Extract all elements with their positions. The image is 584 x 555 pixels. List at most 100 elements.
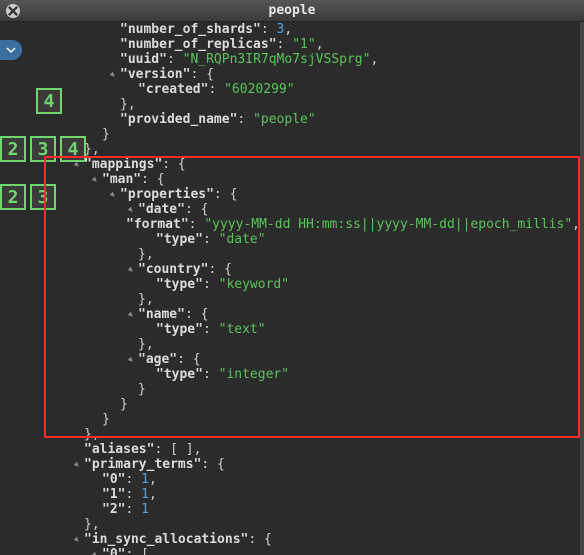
json-punct: : [277,37,293,52]
json-line: "in_sync_allocations": { [36,532,580,547]
json-line: "properties": { [36,187,580,202]
json-punct: }, [138,247,154,262]
json-key: "0" [102,547,125,555]
json-punct: : [125,487,141,502]
json-tree: "number_of_shards": 3,"number_of_replica… [36,22,580,555]
json-line: "uuid": "N_RQPn3IR7qMo7sjVSSprg", [36,52,580,67]
json-key: "provided_name" [120,112,237,127]
json-punct: : [ ], [154,442,201,457]
json-line: } [36,382,580,397]
json-punct: }, [84,142,100,157]
json-value: "keyword" [219,277,289,292]
json-key: "name" [138,307,185,322]
json-key: "number_of_shards" [120,22,261,37]
json-line: "type": "integer" [36,367,580,382]
json-line: "0": 1, [36,472,580,487]
json-punct: : { [190,67,213,82]
json-value: 1 [141,472,149,487]
close-icon [6,4,20,18]
json-punct: : [261,22,277,37]
json-line: "type": "text" [36,322,580,337]
json-punct: : [189,217,205,232]
json-value: 1 [141,487,149,502]
json-punct: : { [185,307,208,322]
json-line: }, [36,142,580,157]
json-line: "created": "6020299" [36,82,580,97]
json-punct: : { [248,532,271,547]
json-key: "man" [102,172,141,187]
json-value: "N_RQPn3IR7qMo7sjVSSprg" [183,52,371,67]
json-line: }, [36,97,580,112]
json-punct: : [167,52,183,67]
json-punct: : { [214,187,237,202]
viewport: 423423 "number_of_shards": 3,"number_of_… [0,22,584,555]
expand-toggle[interactable] [90,175,100,185]
json-punct: }, [84,517,100,532]
json-line: } [36,127,580,142]
json-punct: }, [84,427,100,442]
json-line: "aliases": [ ], [36,442,580,457]
json-line: "age": { [36,352,580,367]
json-line: } [36,397,580,412]
json-key: "type" [156,322,203,337]
shard-badge-4[interactable]: 2 [0,184,26,210]
json-line: "type": "date" [36,232,580,247]
json-key: "uuid" [120,52,167,67]
json-value: 1 [141,502,149,517]
json-line: "name": { [36,307,580,322]
json-line: "provided_name": "people" [36,112,580,127]
expand-toggle[interactable] [126,310,136,320]
json-line: "1": 1, [36,487,580,502]
json-key: "in_sync_allocations" [84,532,248,547]
json-value: "people" [253,112,316,127]
expand-toggle[interactable] [72,460,82,470]
json-key: "type" [156,367,203,382]
expand-toggle[interactable] [72,160,82,170]
json-line: "type": "keyword" [36,277,580,292]
json-line: "version": { [36,67,580,82]
json-line: }, [36,247,580,262]
json-key: "1" [102,487,125,502]
chevron-down-icon [6,45,16,55]
json-punct: }, [138,337,154,352]
close-button[interactable] [6,4,20,18]
json-punct: }, [138,292,154,307]
expand-toggle[interactable] [108,70,118,80]
json-key: "aliases" [84,442,154,457]
json-key: "date" [138,202,185,217]
json-key: "primary_terms" [84,457,201,472]
json-punct: : { [141,172,164,187]
window-title: people [0,3,584,18]
json-key: "format" [126,217,189,232]
json-line: }, [36,337,580,352]
json-key: "type" [156,232,203,247]
expand-toggle[interactable] [108,190,118,200]
json-punct: : [203,367,219,382]
json-line: "0": [ [36,547,580,555]
json-key: "mappings" [84,157,162,172]
json-punct: : [208,82,224,97]
expand-toggle[interactable] [72,535,82,545]
json-key: "version" [120,67,190,82]
json-punct: } [102,127,110,142]
json-line: "number_of_replicas": "1", [36,37,580,52]
shard-badge-1[interactable]: 2 [0,136,26,162]
panel-collapse-toggle[interactable] [0,40,22,60]
expand-toggle[interactable] [126,205,136,215]
expand-toggle[interactable] [126,265,136,275]
expand-toggle[interactable] [126,355,136,365]
json-punct: : { [177,352,200,367]
json-value: 3 [277,22,285,37]
json-key: "created" [138,82,208,97]
json-key: "country" [138,262,208,277]
json-key: "0" [102,472,125,487]
title-bar: people [0,0,584,22]
json-punct: } [138,382,146,397]
json-key: "properties" [120,187,214,202]
expand-toggle[interactable] [90,550,100,555]
json-key: "age" [138,352,177,367]
scrollbar[interactable] [580,22,584,555]
json-punct: : { [185,202,208,217]
json-punct: : [203,277,219,292]
json-value: "text" [219,322,266,337]
